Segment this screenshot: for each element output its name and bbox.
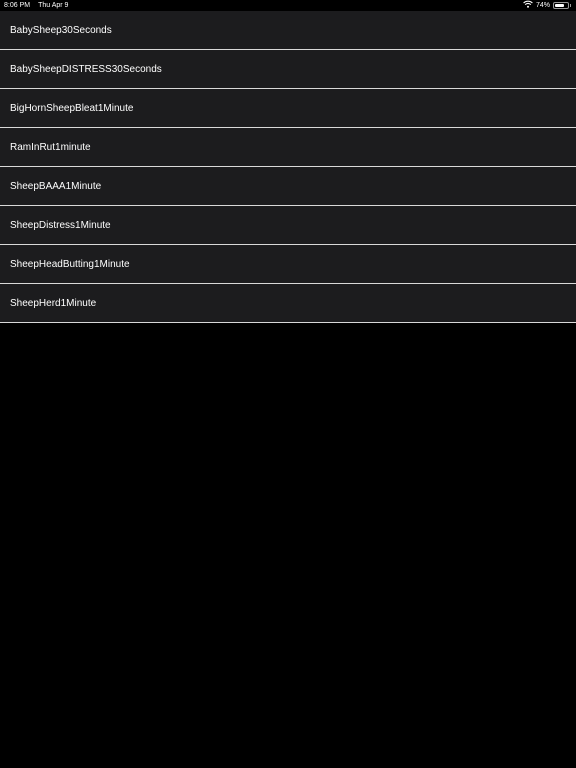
sound-row[interactable]: SheepHeadButting1Minute <box>0 245 576 284</box>
battery-cap <box>570 4 571 7</box>
sound-row-label: SheepHeadButting1Minute <box>10 258 130 270</box>
sound-row[interactable]: BabySheepDISTRESS30Seconds <box>0 50 576 89</box>
sound-row-label: RamInRut1minute <box>10 141 91 153</box>
status-date: Thu Apr 9 <box>38 2 69 9</box>
sound-row-label: BabySheep30Seconds <box>10 24 112 36</box>
sound-row[interactable]: SheepHerd1Minute <box>0 284 576 323</box>
wifi-icon <box>523 0 533 12</box>
status-time: 8:06 PM <box>4 2 31 9</box>
sound-row[interactable]: SheepBAAA1Minute <box>0 167 576 206</box>
sound-row[interactable]: BabySheep30Seconds <box>0 11 576 50</box>
sound-row-label: BabySheepDISTRESS30Seconds <box>10 63 162 75</box>
battery-icon <box>553 2 569 9</box>
status-bar: 8:06 PM Thu Apr 9 74% <box>0 0 576 11</box>
status-right: 74% <box>523 0 571 11</box>
sound-row-label: SheepHerd1Minute <box>10 297 97 309</box>
sound-row[interactable]: RamInRut1minute <box>0 128 576 167</box>
sound-list: BabySheep30Seconds BabySheepDISTRESS30Sec… <box>0 11 576 323</box>
status-left: 8:06 PM Thu Apr 9 <box>4 0 68 11</box>
battery-percent: 74% <box>535 2 550 9</box>
sound-row[interactable]: SheepDistress1Minute <box>0 206 576 245</box>
sound-row-label: SheepBAAA1Minute <box>10 180 102 192</box>
sound-row-label: BigHornSheepBleat1Minute <box>10 102 134 114</box>
sound-row-label: SheepDistress1Minute <box>10 219 111 231</box>
battery-level-fill <box>555 4 564 7</box>
sound-row[interactable]: BigHornSheepBleat1Minute <box>0 89 576 128</box>
